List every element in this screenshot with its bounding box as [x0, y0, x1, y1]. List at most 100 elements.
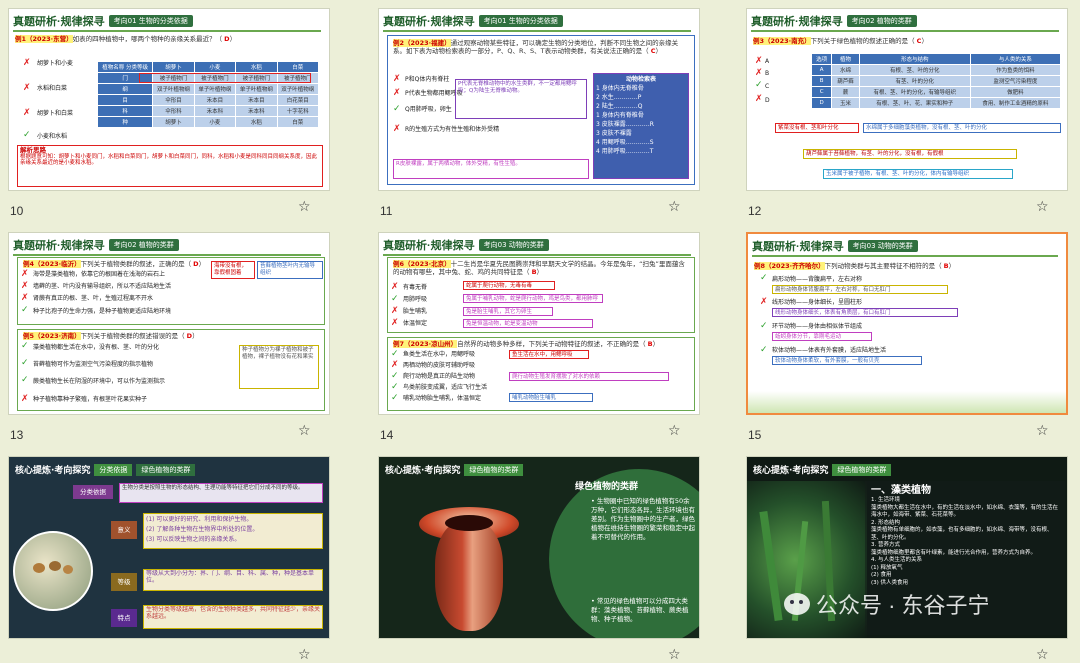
birds-photo — [13, 531, 93, 611]
label-significance: 意义 — [111, 521, 137, 539]
option-d-letter: D — [765, 97, 770, 104]
slide-canvas[interactable]: 真题研析·规律探寻 考向01 生物的分类依据 例1（2023·东营）如表的四种植… — [8, 8, 330, 191]
slide-canvas[interactable]: 真题研析·规律探寻 考向02 植物的类群 例3（2023·南充）下列关于绿色植物… — [746, 8, 1068, 191]
star-icon[interactable]: ☆ — [298, 648, 311, 662]
watermark: 公众号 · 东谷子宁 — [784, 588, 990, 620]
slide-header: 真题研析·规律探寻 考向03 动物的类群 — [752, 238, 918, 254]
bullet-1: • 生物圈中已知的绿色植物有50余万种，它们形态各异，生活环境也有差别。作为生物… — [591, 497, 695, 541]
slide-canvas[interactable]: 核心提炼·考向探究 绿色植物的类群 绿色植物的类群 • 生物圈中已知的绿色植物有… — [378, 456, 700, 639]
question-text: 例3（2023·南充）下列关于绿色植物的叙述正确的是（ C） — [753, 37, 928, 45]
slide-title: 真题研析·规律探寻 — [752, 241, 844, 253]
option-b: 两栖动物的皮肤可辅助呼吸 — [403, 362, 476, 369]
features-text: 生物分类等级越高，包含的生物种类越多，共同特征越少，亲缘关系越远。 — [143, 605, 323, 629]
topic-tag: 考向02 植物的类群 — [108, 239, 179, 251]
option-b: 线形动物——身体细长，呈圆柱形 — [772, 299, 863, 306]
topic-tag: 考向03 动物的类群 — [847, 240, 918, 252]
option-a: 扁形动物——背腹扁平，左右对称 — [772, 276, 863, 283]
slide-header: 真题研析·规律探寻 考向01 生物的分类依据 — [13, 13, 193, 29]
option-a: P和Q体内有脊柱 — [405, 76, 450, 83]
option-d: 体温恒定 — [403, 320, 428, 327]
topic-tag: 绿色植物的类群 — [832, 463, 892, 476]
slide-number: 14 — [380, 428, 394, 442]
note-box: 紫菜没有根、茎和叶分化 — [775, 123, 859, 133]
question-text-1: 例4（2023·临沂）下列关于植物类群的叙述，正确的是（ D） — [23, 260, 206, 268]
wrong-mark-icon: ✗ — [391, 282, 399, 292]
option-a: 鱼类生活在水中，用鳃呼吸 — [403, 351, 476, 358]
note-box: 鱼生活在水中，用鳃呼吸 — [509, 350, 589, 359]
significance-text: (1) 可以更好的研究、利用和保护生物。 (2) 了解各种生物在生物界中所处的位… — [143, 513, 323, 549]
question-text: 例1（2023·东营）如表的四种植物中，哪两个物种的亲缘关系最近？（ D） — [15, 35, 237, 43]
header-divider — [751, 30, 1059, 32]
levels-text: 等级从大到小分为：界、门、纲、目、科、属、种，种是基本单位。 — [143, 569, 323, 591]
wrong-mark-icon: ✗ — [393, 124, 401, 134]
slide-header: 真题研析·规律探寻 考向03 动物的类群 — [383, 237, 549, 253]
note-box: 水绵属于多细胞藻类植物，没有根、茎、叶的分化 — [863, 123, 1061, 133]
option-b: P代表生物都用鳃呼吸 — [405, 90, 463, 97]
check-mark-icon: ✓ — [391, 349, 399, 359]
check-mark-icon: ✓ — [760, 321, 768, 331]
option-a-letter: A — [765, 58, 770, 65]
note-box: 苔藓植物茎叶内无输导组织 — [257, 261, 323, 279]
question-text: 例2（2023·福建）通过观察动物某些特征，可以确定生物的分类地位，判断不同生物… — [393, 39, 679, 55]
option-d: 小麦和水稻 — [37, 133, 68, 140]
header-divider — [752, 255, 1058, 257]
check-mark-icon: ✓ — [760, 273, 768, 283]
wrong-mark-icon: ✗ — [21, 394, 29, 404]
slide-canvas[interactable]: 真题研析·规律探寻 考向02 植物的类群 例4（2023·临沂）下列关于植物类群… — [8, 232, 330, 415]
watermark-text: 公众号 · 东谷子宁 — [816, 593, 990, 618]
definition-box: 生物分类是按照生物的形态结构、生理功能等特征把它们分成不同的等级。 — [119, 483, 323, 503]
star-icon[interactable]: ☆ — [298, 424, 311, 438]
note-box: 蛇属于爬行动物，无毒有毒 — [463, 281, 555, 290]
star-icon[interactable]: ☆ — [1036, 200, 1049, 214]
note-box: 哺乳动物胎生哺乳 — [509, 393, 593, 402]
star-icon[interactable]: ☆ — [668, 200, 681, 214]
slide-canvas[interactable]: 核心提炼·考向探究 分类依据 绿色植物的类群 分类依据 生物分类是按照生物的形态… — [8, 456, 330, 639]
option-d: 软体动物——体表有外套膜，适应陆地生活 — [772, 347, 887, 354]
option-c: 爬行动物是真正的陆生动物 — [403, 373, 476, 380]
note-box: 爬行动物生殖发育摆脱了对水的依赖 — [509, 372, 669, 381]
note-box: 种子植物分为裸子植物和被子植物，裸子植物没有花和果实 — [239, 345, 319, 389]
wechat-icon — [784, 593, 810, 615]
star-icon[interactable]: ☆ — [668, 648, 681, 662]
star-icon[interactable]: ☆ — [298, 200, 311, 214]
topic-tag: 考向03 动物的类群 — [478, 239, 549, 251]
wrong-mark-icon: ✗ — [393, 88, 401, 98]
note-box: 扁形动物身体背腹扁平，左右对称，有口无肛门 — [772, 285, 948, 294]
label-levels: 等级 — [111, 573, 137, 591]
slide-canvas[interactable]: 真题研析·规律探寻 考向01 生物的分类依据 例2（2023·福建）通过观察动物… — [378, 8, 700, 191]
slide-title: 真题研析·规律探寻 — [13, 240, 105, 252]
note-box: 线形动物身体细长，体表有角质层，有口有肛门 — [772, 308, 958, 317]
question-text: 例8（2023·齐齐哈尔）下列动物类群与其主要特征不相符的是（ B） — [754, 262, 956, 270]
wrong-mark-icon: ✗ — [755, 94, 763, 104]
footer-gradient — [748, 391, 1066, 413]
note-box: 兔属于哺乳动物，蛇是爬行动物，鸡是鸟类，都用肺呼吸 — [463, 294, 603, 303]
question-text-2: 例5（2023·济南）下列关于植物类群的叙述错误的是（ D） — [23, 332, 199, 340]
slide-title: 真题研析·规律探寻 — [383, 16, 475, 28]
option-c: 胎生哺乳 — [403, 308, 428, 315]
star-icon[interactable]: ☆ — [1036, 424, 1049, 438]
note-box: 兔是胎生哺乳，其它为卵生 — [463, 307, 553, 316]
question-text-2: 例7（2023·凉山州）自然界的动物多种多样，下列关于动物特征的叙述，不正确的是… — [393, 340, 660, 348]
wrong-mark-icon: ✗ — [755, 56, 763, 66]
slide-canvas[interactable]: 真题研析·规律探寻 考向03 动物的类群 例8（2023·齐齐哈尔）下列动物类群… — [746, 232, 1068, 415]
slide-number: 10 — [10, 204, 24, 218]
star-icon[interactable]: ☆ — [668, 424, 681, 438]
plant-table: 选项 植物 形态与结构 与人类的关系 A 水绵 有根、茎、叶的分化 作为鱼类的饵料 B 葫芦藓… — [810, 53, 1062, 109]
check-mark-icon: ✓ — [21, 305, 29, 315]
option-a: 有毒无脊 — [403, 284, 428, 291]
highlight-frame — [139, 73, 311, 83]
header-divider — [383, 30, 691, 32]
slide-title: 真题研析·规律探寻 — [383, 240, 475, 252]
slide-number: 11 — [380, 204, 393, 218]
check-mark-icon: ✓ — [23, 130, 31, 140]
label-features: 特点 — [111, 609, 137, 627]
note-box: R皮肤裸露，属于两栖动物，体外受精，有性生殖。 — [393, 159, 589, 179]
topic-tag: 考向01 生物的分类依据 — [478, 15, 563, 27]
star-icon[interactable]: ☆ — [1036, 648, 1049, 662]
slide-canvas[interactable]: 真题研析·规律探寻 考向03 动物的类群 例6（2023·北京）十二生肖是华夏先… — [378, 232, 700, 415]
slide-header: 核心提炼·考向探究 绿色植物的类群 — [385, 463, 524, 476]
label-classification-basis: 分类依据 — [73, 485, 113, 499]
check-mark-icon: ✓ — [755, 80, 763, 90]
note-box: 兔是恒温动物，蛇是变温动物 — [463, 319, 593, 328]
topic-tag-2: 绿色植物的类群 — [136, 463, 196, 476]
